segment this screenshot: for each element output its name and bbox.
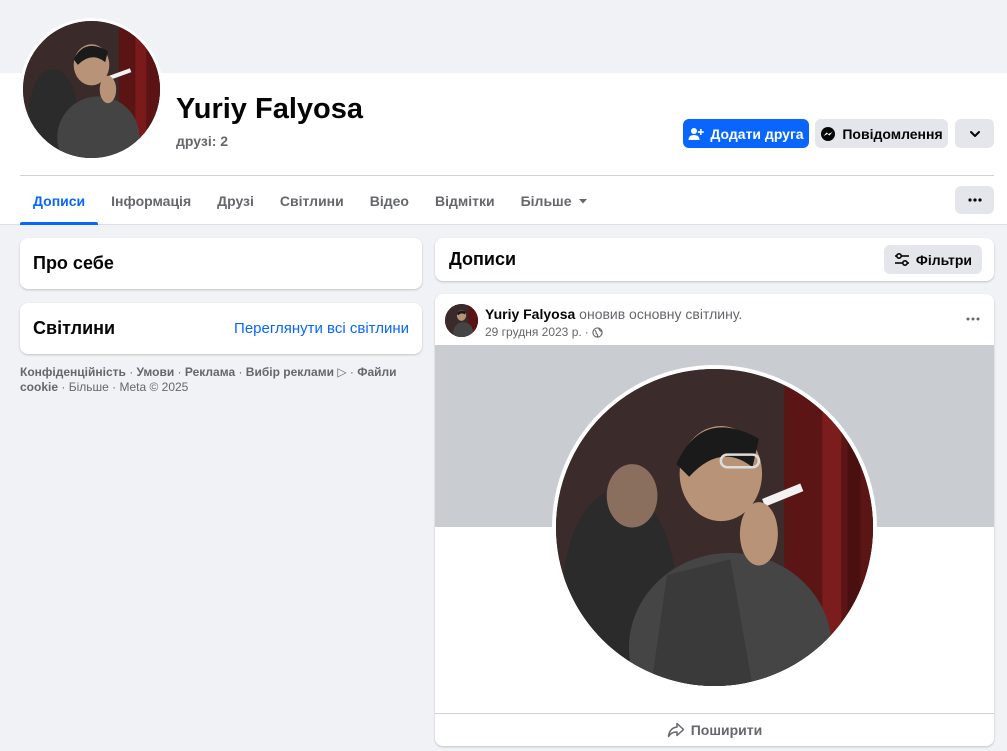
profile-tabs: Дописи Інформація Друзі Світлини Відео В… [20,176,601,225]
tab-more-label: Більше [520,192,572,209]
photos-title: Світлини [33,318,116,338]
chevron-down-icon [969,130,980,137]
filters-button[interactable]: Фільтри [883,245,982,274]
add-friend-label: Додати друга [710,125,804,142]
footer-links: Конфіденційність · Умови · Реклама · Виб… [20,365,397,394]
post-avatar-image [445,304,478,337]
tab-photos[interactable]: Світлини [267,176,357,225]
friends-count[interactable]: друзі: 2 [176,133,228,149]
ellipsis-icon [966,317,980,321]
tab-posts-label: Дописи [33,192,86,209]
share-label: Поширити [690,722,763,738]
post-header-text: Yuriy Falyosa оновив основну світлину. [485,306,742,322]
tabs-more-button[interactable] [955,186,994,214]
filters-label: Фільтри [915,251,972,268]
footer-adchoices-link[interactable]: Вибір реклами ▷ [246,365,347,379]
post-author-name[interactable]: Yuriy Falyosa [485,306,575,322]
post-card: Yuriy Falyosa оновив основну світлину. 2… [435,294,994,746]
footer-ads-link[interactable]: Реклама [185,365,235,379]
sliders-icon [894,252,909,266]
share-button[interactable]: Поширити [435,713,994,746]
tab-tags-label: Відмітки [434,192,495,209]
tab-tags[interactable]: Відмітки [422,176,508,225]
footer-privacy-link[interactable]: Конфіденційність [20,365,126,379]
tab-videos-label: Відео [369,192,409,209]
footer-adchoices-label: Вибір реклами [245,365,334,379]
tab-more[interactable]: Більше [508,176,601,225]
post-date[interactable]: 29 грудня 2023 р. [485,325,582,339]
caret-down-icon [578,198,587,203]
tab-friends-label: Друзі [217,192,254,209]
adchoices-icon: ▷ [337,365,347,379]
post-meta: 29 грудня 2023 р. · [485,325,603,339]
tab-photos-label: Світлини [279,192,344,209]
footer-terms-link[interactable]: Умови [137,365,175,379]
share-arrow-icon [667,722,684,738]
post-photo[interactable] [435,345,994,713]
see-all-photos-link[interactable]: Переглянути всі світлини [234,320,409,337]
footer-copyright: Meta © 2025 [119,380,189,394]
footer-more-link[interactable]: Більше [69,380,109,394]
profile-name: Yuriy Falyosa [176,93,363,125]
tab-about-label: Інформація [111,192,192,209]
add-friend-button[interactable]: Додати друга [683,119,809,148]
updated-profile-photo-image [556,369,873,686]
profile-picture[interactable] [20,18,163,161]
profile-options-dropdown[interactable] [955,119,994,148]
post-options-button[interactable] [966,308,980,326]
posts-header-card: Дописи Фільтри [435,238,994,281]
post-action-text: оновив основну світлину. [579,306,743,322]
message-button[interactable]: Повідомлення [815,119,948,148]
tab-about[interactable]: Інформація [98,176,204,225]
updated-profile-photo [552,365,877,690]
ellipsis-icon [967,198,982,202]
about-card: Про себе [20,238,422,289]
messenger-icon [821,126,836,141]
photos-card: Світлини Переглянути всі світлини [20,303,422,354]
tab-videos[interactable]: Відео [357,176,422,225]
meta-separator: · [584,325,589,339]
tab-friends[interactable]: Друзі [204,176,267,225]
tab-posts[interactable]: Дописи [20,176,99,225]
globe-icon [592,326,603,338]
person-plus-icon [688,127,705,140]
post-author-avatar[interactable] [445,304,478,337]
profile-photo-image [23,21,160,158]
posts-title: Дописи [449,249,517,269]
message-label: Повідомлення [842,125,943,142]
about-title: Про себе [33,253,114,273]
